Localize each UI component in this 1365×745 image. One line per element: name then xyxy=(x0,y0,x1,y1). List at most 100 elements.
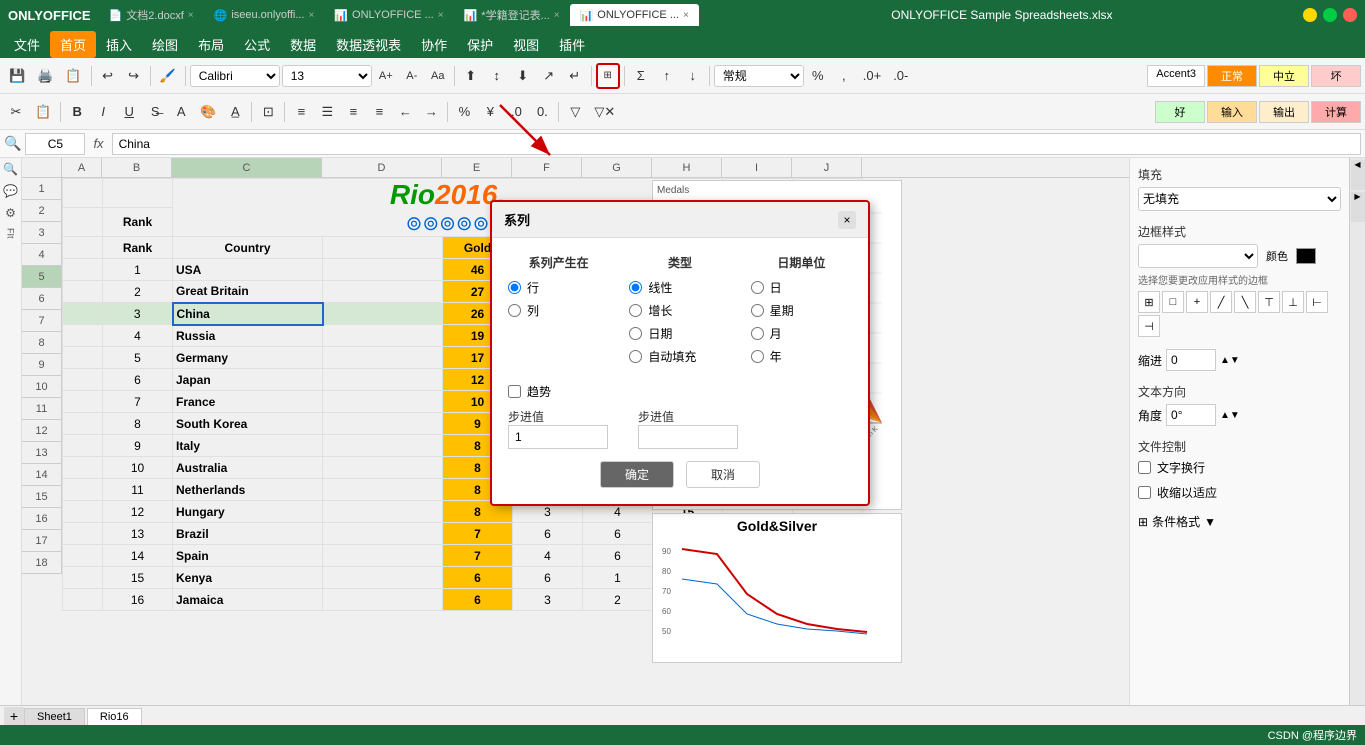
radio-day-input[interactable] xyxy=(751,281,764,294)
cell[interactable]: 2 xyxy=(103,281,173,303)
cell[interactable] xyxy=(323,523,443,545)
menu-insert[interactable]: 插入 xyxy=(96,31,142,58)
tab-doc2[interactable]: 📄 文档2.docxf × xyxy=(99,4,204,26)
align-middle-button[interactable]: ↕ xyxy=(485,63,509,89)
cell[interactable] xyxy=(323,435,443,457)
sheet-tab-rio16[interactable]: Rio16 xyxy=(87,708,142,725)
cell[interactable]: France xyxy=(173,391,323,413)
border-top-icon[interactable]: ⊤ xyxy=(1258,291,1280,313)
cell-a2[interactable] xyxy=(63,208,103,237)
merge-cells-button[interactable]: ⊞ xyxy=(596,63,620,89)
step-input[interactable] xyxy=(508,425,608,449)
filter-button[interactable]: ▽ xyxy=(563,99,587,125)
cell[interactable] xyxy=(63,589,103,611)
text-orient-button[interactable]: ↗ xyxy=(537,63,561,89)
style-accent3[interactable]: Accent3 xyxy=(1147,65,1205,87)
cell[interactable] xyxy=(323,589,443,611)
cell[interactable]: Italy xyxy=(173,435,323,457)
number-format-button[interactable]: % xyxy=(806,63,830,89)
close-button[interactable] xyxy=(1343,8,1357,22)
cell[interactable]: 13 xyxy=(103,523,173,545)
add-sheet-button[interactable]: + xyxy=(4,707,24,725)
cell[interactable]: Netherlands xyxy=(173,479,323,501)
cell[interactable]: Kenya xyxy=(173,567,323,589)
tab-onlyoffice2[interactable]: 📊 ONLYOFFICE ... × xyxy=(570,4,699,26)
cell[interactable]: 16 xyxy=(103,589,173,611)
cell[interactable] xyxy=(63,501,103,523)
copy-format-button[interactable]: 🖌️ xyxy=(155,63,181,89)
wrap-text-button[interactable]: ↵ xyxy=(563,63,587,89)
cell[interactable] xyxy=(323,545,443,567)
cell[interactable]: Jamaica xyxy=(173,589,323,611)
save-button[interactable]: 💾 xyxy=(4,63,30,89)
menu-home[interactable]: 首页 xyxy=(50,31,96,58)
cell[interactable]: 15 xyxy=(103,567,173,589)
cell[interactable]: 4 xyxy=(513,545,583,567)
italic-button[interactable]: I xyxy=(91,99,115,125)
cell-b1[interactable] xyxy=(103,179,173,208)
border-all-icon[interactable]: ⊞ xyxy=(1138,291,1160,313)
tab-close-icon[interactable]: × xyxy=(309,10,315,21)
cell[interactable] xyxy=(63,457,103,479)
cell[interactable]: Australia xyxy=(173,457,323,479)
dec-inc-button[interactable]: .0+ xyxy=(858,63,886,89)
font-case-button[interactable]: Aa xyxy=(426,63,450,89)
cell[interactable]: 6 xyxy=(513,567,583,589)
cell[interactable]: 14 xyxy=(103,545,173,567)
search-sidebar-icon[interactable]: 🔍 xyxy=(3,162,18,176)
bold-button[interactable]: B xyxy=(65,99,89,125)
fill-select[interactable]: 无填充 xyxy=(1138,187,1341,211)
cell-d-hdr[interactable] xyxy=(323,237,443,259)
tab-close-icon[interactable]: × xyxy=(683,10,689,21)
cell[interactable]: USA xyxy=(173,259,323,281)
tab-close-icon[interactable]: × xyxy=(188,10,194,21)
print-preview-button[interactable]: 📋 xyxy=(60,63,86,89)
cell[interactable]: 2 xyxy=(583,589,653,611)
formula-input[interactable] xyxy=(112,133,1361,155)
indent-input[interactable] xyxy=(1166,349,1216,371)
copy-button[interactable]: 📋 xyxy=(30,99,56,125)
cell-a1[interactable] xyxy=(63,179,103,208)
cell-rank-hdr[interactable]: Rank xyxy=(103,237,173,259)
border-outer-icon[interactable]: □ xyxy=(1162,291,1184,313)
border-inner-icon[interactable]: + xyxy=(1186,291,1208,313)
highlight-color-button[interactable]: 🎨 xyxy=(195,99,221,125)
align-left-button[interactable]: ≡ xyxy=(289,99,313,125)
border-diag1-icon[interactable]: ╱ xyxy=(1210,291,1232,313)
cell-country-hdr[interactable]: Country xyxy=(173,237,323,259)
cell[interactable] xyxy=(63,303,103,325)
cell[interactable]: China xyxy=(173,303,323,325)
cell[interactable] xyxy=(63,545,103,567)
style-good[interactable]: 好 xyxy=(1155,101,1205,123)
menu-draw[interactable]: 绘图 xyxy=(142,31,188,58)
style-calc[interactable]: 计算 xyxy=(1311,101,1361,123)
cell[interactable] xyxy=(63,325,103,347)
dialog-close-button[interactable]: × xyxy=(838,211,856,229)
cell[interactable]: 11 xyxy=(103,479,173,501)
shrink-fit-checkbox[interactable] xyxy=(1138,486,1151,499)
cell-a-hdr[interactable] xyxy=(63,237,103,259)
cell[interactable]: 7 xyxy=(103,391,173,413)
cell[interactable]: 6 xyxy=(583,545,653,567)
cell[interactable] xyxy=(323,413,443,435)
angle-stepper[interactable]: ▲▼ xyxy=(1220,410,1240,421)
cell[interactable] xyxy=(323,501,443,523)
print-button[interactable]: 🖨️ xyxy=(32,63,58,89)
cell[interactable]: 6 xyxy=(513,523,583,545)
color-box[interactable] xyxy=(1296,248,1316,264)
cell[interactable]: Hungary xyxy=(173,501,323,523)
cell[interactable] xyxy=(63,281,103,303)
settings-sidebar-icon[interactable]: ⚙ xyxy=(5,206,16,220)
font-family-select[interactable]: Calibri xyxy=(190,65,280,87)
cell[interactable] xyxy=(323,391,443,413)
border-bottom-icon[interactable]: ⊥ xyxy=(1282,291,1304,313)
cell[interactable] xyxy=(63,259,103,281)
font-size-select[interactable]: 13 xyxy=(282,65,372,87)
underline-button[interactable]: U xyxy=(117,99,141,125)
radio-autofill-input[interactable] xyxy=(629,350,642,363)
cell[interactable]: 1 xyxy=(583,567,653,589)
maximize-button[interactable] xyxy=(1323,8,1337,22)
cell[interactable]: Germany xyxy=(173,347,323,369)
cell[interactable]: 1 xyxy=(103,259,173,281)
tab-xuji[interactable]: 📊 *学籍登记表... × xyxy=(454,4,570,26)
